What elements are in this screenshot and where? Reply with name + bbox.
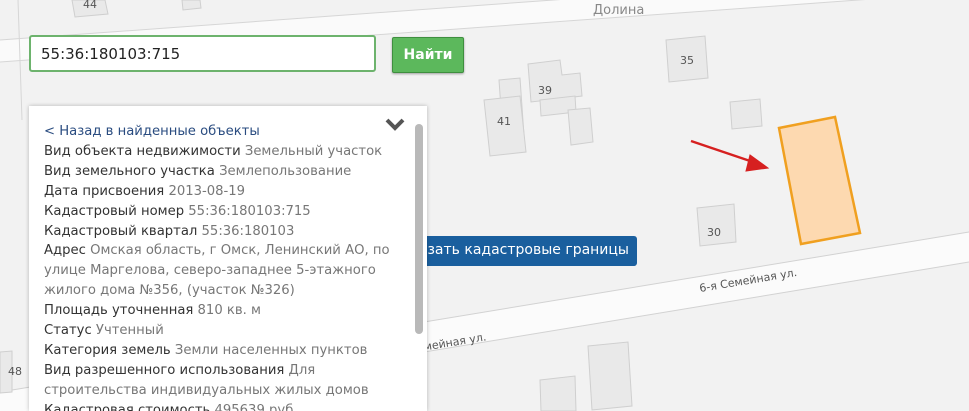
field-label: Дата присвоения [44,183,165,199]
field-label: Кадастровый номер [44,203,185,219]
object-details: < Назад в найденные объекты Вид объекта … [44,122,414,411]
field-value: Земельный участок [244,143,383,159]
house-number-48: 48 [8,365,22,378]
street-label-top: Долина [593,3,644,18]
house-number-39: 39 [538,84,552,97]
field-status: Статус Учтенный [44,321,414,341]
field-label: Вид объекта недвижимости [44,143,241,159]
search-button[interactable]: Найти [392,37,464,73]
field-value: 55:36:180103:715 [188,203,311,219]
field-value: 2013-08-19 [168,183,246,199]
field-address: Адрес Омская область, г Омск, Ленинский … [44,241,414,301]
show-cadastral-borders-label: Показать кадастровые границы [412,242,629,258]
field-land-type: Вид земельного участка Землепользование [44,162,414,182]
field-label: Адрес [44,243,86,259]
house-number-35: 35 [680,54,694,67]
field-permitted-use: Вид разрешенного использования Для строи… [44,361,414,401]
building-small [729,98,763,130]
field-cadastral-value: Кадастровая стоимость 495639 руб. [44,401,414,411]
field-value: 495639 руб. [214,402,298,411]
panel-scrollbar[interactable] [415,124,423,334]
field-value: Земли населенных пунктов [174,342,368,358]
field-cadastral-number: Кадастровый номер 55:36:180103:715 [44,202,414,222]
field-label: Кадастровый квартал [44,223,198,239]
house-number-41: 41 [497,115,511,128]
back-to-results-link[interactable]: < Назад в найденные объекты [44,122,414,142]
field-cadastral-block: Кадастровый квартал 55:36:180103 [44,222,414,242]
house-number-44: 44 [83,0,97,11]
field-label: Вид разрешенного использования [44,362,285,378]
field-label: Вид земельного участка [44,163,215,179]
field-value: 55:36:180103 [201,223,295,239]
building-lower2 [539,375,577,411]
house-number-30: 30 [707,226,721,239]
field-area: Площадь уточненная 810 кв. м [44,301,414,321]
building-lower [587,341,633,411]
field-value: Омская область, г Омск, Ленинский АО, по… [44,243,390,299]
field-object-type: Вид объекта недвижимости Земельный участ… [44,142,414,162]
show-cadastral-borders-button[interactable]: Показать кадастровые границы [412,236,637,266]
building-mid [567,107,594,146]
object-info-panel: < Назад в найденные объекты Вид объекта … [29,106,427,411]
field-value: Землепользование [219,163,352,179]
field-land-category: Категория земель Земли населенных пункто… [44,341,414,361]
cadastral-search-input[interactable] [29,35,376,72]
field-label: Площадь уточненная [44,303,194,319]
field-label: Категория земель [44,342,171,358]
field-value: 810 кв. м [197,303,261,319]
field-value: Учтенный [95,323,164,339]
field-label: Кадастровая стоимость [44,402,211,411]
building-30 [696,203,737,247]
building-top [181,0,202,11]
field-label: Статус [44,323,92,339]
field-assign-date: Дата присвоения 2013-08-19 [44,182,414,202]
